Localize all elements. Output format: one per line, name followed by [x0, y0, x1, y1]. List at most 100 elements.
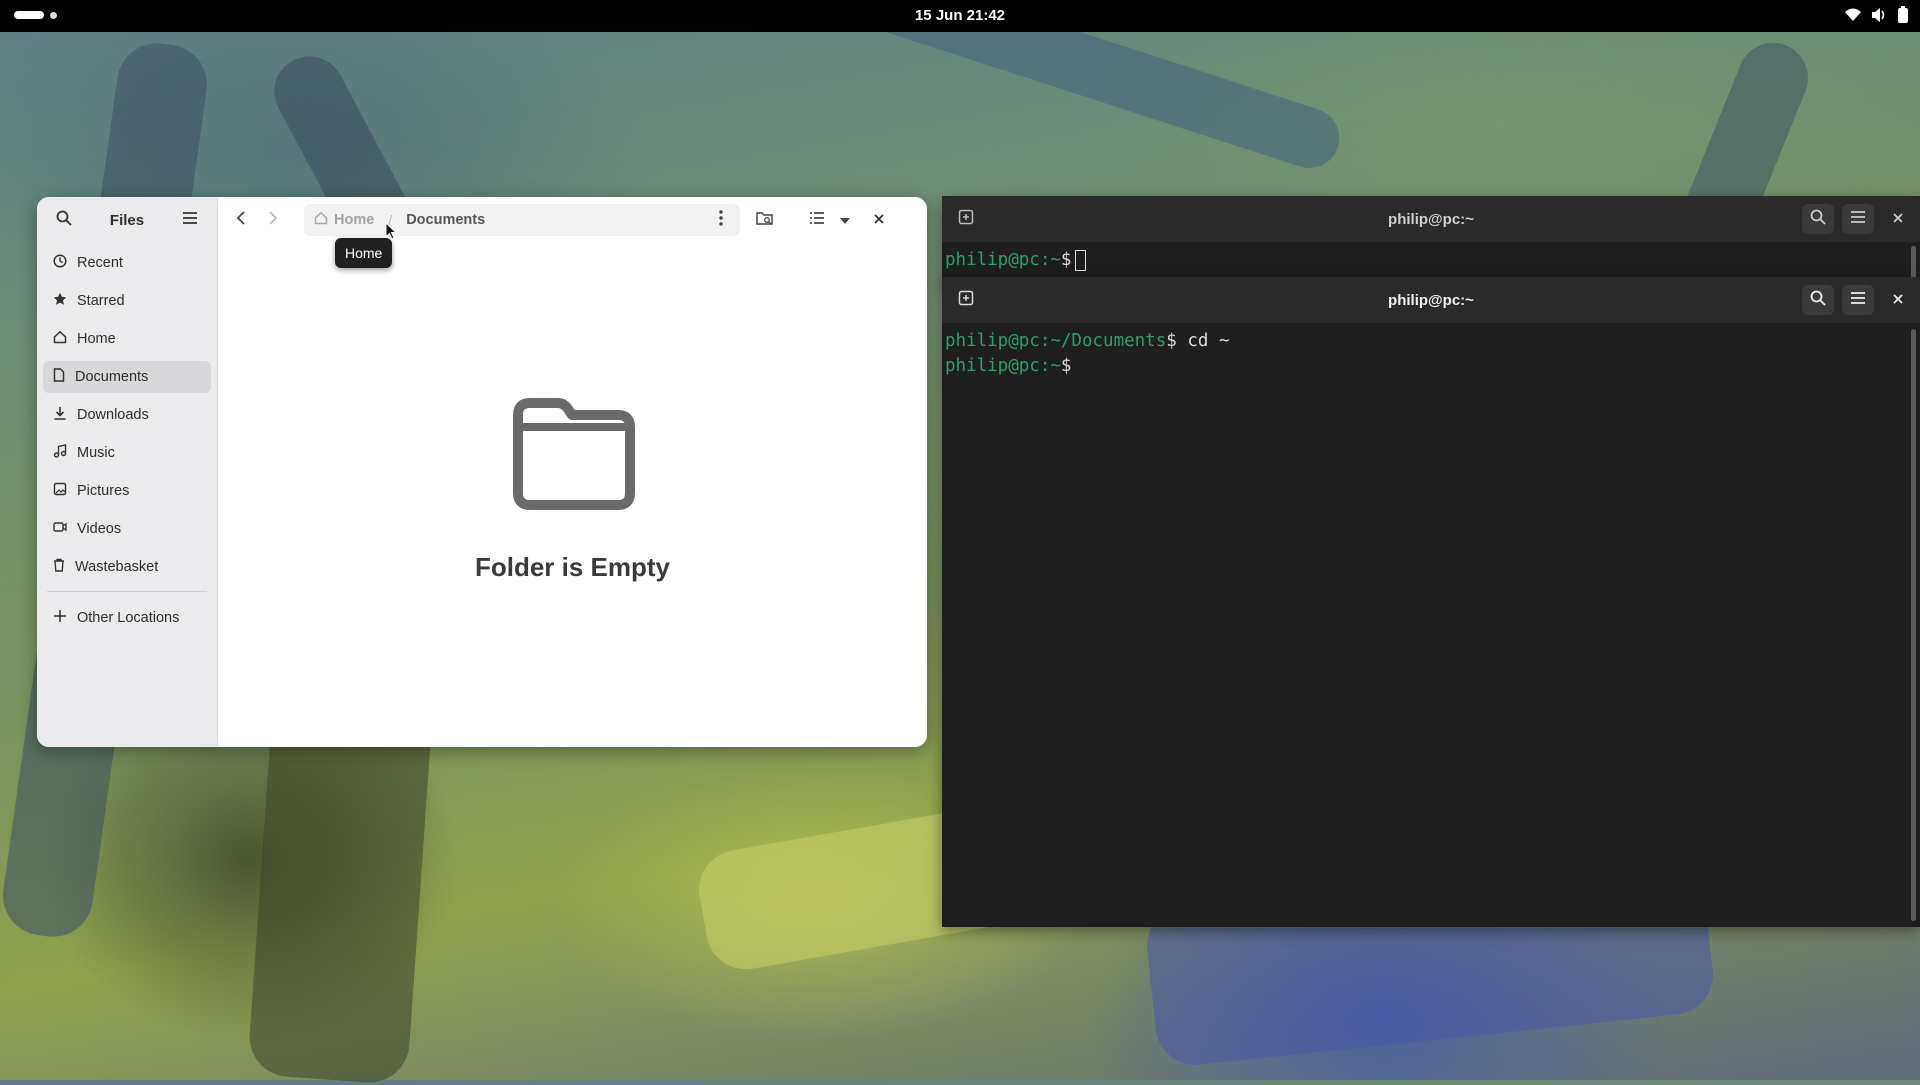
folder-icon	[508, 398, 638, 517]
back-button[interactable]	[226, 205, 256, 235]
sidebar-item-label: Recent	[77, 255, 123, 271]
terminal-close-button[interactable]	[1882, 285, 1914, 315]
download-icon	[53, 406, 67, 424]
volume-icon	[1870, 7, 1888, 23]
sidebar-item-label: Documents	[75, 369, 149, 385]
terminal-command: cd ~	[1176, 331, 1230, 351]
trash-icon	[53, 558, 65, 576]
sidebar-item-downloads[interactable]: Downloads	[43, 399, 211, 431]
sidebar-item-label: Home	[77, 331, 116, 347]
sidebar-item-recent[interactable]: Recent	[43, 247, 211, 279]
search-icon	[1810, 209, 1826, 230]
terminal-search-button[interactable]	[1802, 204, 1834, 234]
path-bar: Home / Documents	[304, 204, 740, 236]
search-icon	[56, 210, 72, 231]
sidebar-item-label: Other Locations	[77, 610, 180, 626]
chevron-right-icon	[268, 210, 278, 230]
close-icon	[1893, 291, 1903, 309]
terminal-header: philip@pc:~	[942, 277, 1920, 323]
home-icon	[314, 211, 328, 229]
prompt-symbol: $	[1060, 250, 1072, 270]
files-content: Home / Documents Folder is Empty	[218, 197, 927, 747]
sidebar-item-music[interactable]: Music	[43, 437, 211, 469]
scrollbar[interactable]	[1911, 329, 1916, 921]
hamburger-icon	[182, 211, 198, 230]
sidebar-title: Files	[109, 211, 145, 229]
scrollbar[interactable]	[1911, 246, 1916, 280]
view-mode-button[interactable]	[802, 205, 832, 235]
close-icon	[874, 211, 884, 229]
breadcrumb-home-label: Home	[334, 212, 375, 228]
kebab-menu-icon	[719, 209, 723, 231]
empty-folder-placeholder: Folder is Empty	[218, 397, 927, 583]
sidebar-item-other-locations[interactable]: Other Locations	[43, 602, 211, 634]
terminal-menu-button[interactable]	[1842, 285, 1874, 315]
star-icon	[53, 292, 67, 310]
sidebar-item-pictures[interactable]: Pictures	[43, 475, 211, 507]
prompt-symbol: $	[1166, 331, 1177, 351]
wifi-icon	[1844, 7, 1862, 23]
files-header-bar: Home / Documents	[218, 197, 927, 243]
terminal-close-button[interactable]	[1882, 204, 1914, 234]
sidebar-item-label: Downloads	[77, 407, 149, 423]
text-cursor	[1075, 249, 1087, 271]
forward-button[interactable]	[258, 205, 288, 235]
files-sidebar: Files Recent Starred Home Documents Down…	[37, 197, 218, 747]
video-icon	[53, 520, 67, 538]
tooltip: Home	[335, 238, 393, 268]
terminal-line: philip@pc:~$	[945, 354, 1917, 379]
breadcrumb-current[interactable]: Documents	[406, 212, 485, 228]
sidebar-item-documents[interactable]: Documents	[43, 361, 211, 393]
terminal-menu-button[interactable]	[1842, 204, 1874, 234]
close-icon	[1893, 210, 1903, 228]
clock-icon	[53, 254, 67, 272]
terminal-title: philip@pc:~	[1388, 291, 1474, 309]
top-bar: 15 Jun 21:42	[0, 0, 1920, 32]
search-folder-button[interactable]	[750, 205, 780, 235]
plus-icon	[53, 609, 67, 627]
picture-icon	[53, 482, 67, 500]
close-button[interactable]	[864, 205, 894, 235]
system-tray[interactable]	[1844, 6, 1910, 24]
files-window: Files Recent Starred Home Documents Down…	[37, 197, 927, 747]
sidebar-item-starred[interactable]: Starred	[43, 285, 211, 317]
prompt-symbol: $	[1060, 356, 1072, 376]
chevron-down-icon	[840, 211, 850, 229]
hamburger-icon	[1850, 210, 1866, 229]
document-icon	[53, 368, 65, 386]
view-options-button[interactable]	[834, 205, 856, 235]
battery-icon	[1896, 6, 1910, 24]
terminal-header: philip@pc:~	[942, 196, 1920, 242]
terminal-prompt: philip@pc:~/Documents	[945, 331, 1167, 351]
search-button[interactable]	[49, 205, 79, 235]
main-menu-button[interactable]	[175, 205, 205, 235]
sidebar-item-label: Videos	[77, 521, 122, 537]
list-view-icon	[809, 211, 825, 230]
empty-folder-title: Folder is Empty	[474, 552, 671, 582]
terminal-output[interactable]: philip@pc:~/Documents$ cd ~ philip@pc:~$	[942, 323, 1920, 385]
terminal-output[interactable]: philip@pc:~$	[942, 242, 1920, 279]
sidebar-item-label: Pictures	[77, 483, 130, 499]
sidebar-item-wastebasket[interactable]: Wastebasket	[43, 551, 211, 583]
terminal-prompt: philip@pc:~	[945, 250, 1061, 270]
terminal-prompt: philip@pc:~	[945, 356, 1061, 376]
breadcrumb-home[interactable]: Home	[314, 211, 374, 229]
terminal-search-button[interactable]	[1802, 285, 1834, 315]
folder-search-icon	[756, 210, 774, 231]
folder-menu-button[interactable]	[706, 205, 736, 235]
terminal-title: philip@pc:~	[1388, 210, 1474, 228]
sidebar-item-home[interactable]: Home	[43, 323, 211, 355]
sidebar-item-videos[interactable]: Videos	[43, 513, 211, 545]
sidebar-item-label: Starred	[77, 293, 125, 309]
chevron-left-icon	[236, 210, 246, 230]
mouse-pointer-icon	[385, 221, 398, 245]
sidebar-item-label: Music	[77, 445, 115, 461]
music-icon	[53, 444, 67, 462]
terminal-window-front[interactable]: philip@pc:~ philip@pc:~/Documents$ cd ~ …	[942, 277, 1920, 927]
sidebar-item-label: Wastebasket	[75, 559, 159, 575]
clock[interactable]: 15 Jun 21:42	[0, 0, 1920, 32]
terminal-window-back[interactable]: philip@pc:~ philip@pc:~$	[942, 196, 1920, 286]
terminal-line: philip@pc:~/Documents$ cd ~	[945, 329, 1917, 354]
sidebar-divider	[47, 591, 207, 592]
search-icon	[1810, 290, 1826, 311]
